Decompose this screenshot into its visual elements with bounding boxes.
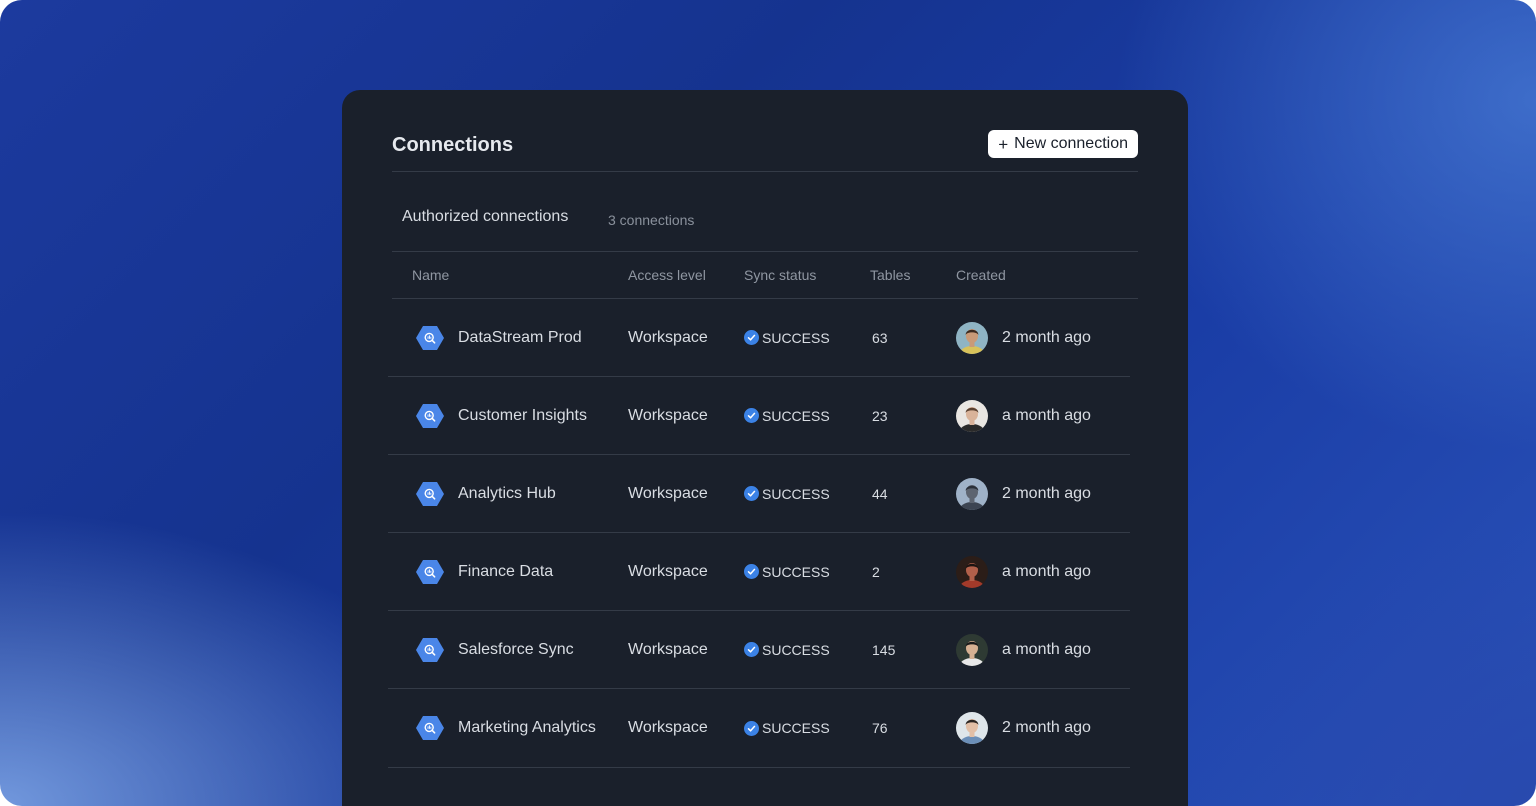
table-row[interactable]: Marketing Analytics Workspace SUCCESS 76… xyxy=(388,689,1130,768)
table-count: 76 xyxy=(872,720,888,736)
connections-card: Connections + New connection Authorized … xyxy=(342,90,1188,806)
avatar xyxy=(956,477,988,510)
sync-status: SUCCESS xyxy=(744,330,830,346)
sync-status: SUCCESS xyxy=(744,564,830,580)
table-count: 63 xyxy=(872,329,888,346)
connection-name[interactable]: DataStream Prod xyxy=(458,329,582,347)
check-circle-icon xyxy=(744,408,759,423)
created-time: 2 month ago xyxy=(1002,484,1091,502)
sync-status: SUCCESS xyxy=(744,486,830,502)
check-circle-icon xyxy=(744,720,759,736)
bigquery-hexagon-icon xyxy=(416,481,444,507)
new-connection-button[interactable]: + New connection xyxy=(988,130,1138,158)
avatar xyxy=(956,321,988,354)
sync-status-label: SUCCESS xyxy=(762,641,830,658)
avatar xyxy=(956,712,988,744)
table-row[interactable]: Finance Data Workspace SUCCESS 2 a month… xyxy=(388,533,1130,611)
table-body: DataStream Prod Workspace SUCCESS 63 2 m… xyxy=(388,299,1138,768)
column-header-created[interactable]: Created xyxy=(956,267,1006,283)
bigquery-hexagon-icon xyxy=(416,715,444,741)
sync-status: SUCCESS xyxy=(744,720,830,736)
created-time: 2 month ago xyxy=(1002,719,1091,736)
connection-name[interactable]: Marketing Analytics xyxy=(458,719,596,737)
sync-status-label: SUCCESS xyxy=(762,563,830,580)
connections-table: Name Access level Sync status Tables Cre… xyxy=(388,251,1138,768)
created-time: a month ago xyxy=(1002,640,1091,658)
table-count: 23 xyxy=(872,407,888,424)
card-header: Connections + New connection xyxy=(392,130,1138,172)
avatar xyxy=(956,555,988,588)
access-level: Workspace xyxy=(628,719,708,736)
column-header-access[interactable]: Access level xyxy=(628,267,706,283)
table-row[interactable]: Salesforce Sync Workspace SUCCESS 145 a … xyxy=(388,611,1130,689)
created-time: 2 month ago xyxy=(1002,328,1091,346)
sync-status: SUCCESS xyxy=(744,408,830,424)
bigquery-hexagon-icon xyxy=(416,325,444,351)
check-circle-icon xyxy=(744,330,759,345)
bigquery-hexagon-icon xyxy=(416,637,444,663)
access-level: Workspace xyxy=(628,640,708,658)
column-header-status[interactable]: Sync status xyxy=(744,267,816,283)
table-count: 145 xyxy=(872,641,896,658)
created-time: a month ago xyxy=(1002,562,1091,580)
connection-count: 3 connections xyxy=(608,212,695,228)
sync-status-label: SUCCESS xyxy=(762,329,830,346)
table-count: 44 xyxy=(872,485,888,502)
table-header: Name Access level Sync status Tables Cre… xyxy=(392,251,1138,299)
connection-name[interactable]: Customer Insights xyxy=(458,407,587,425)
table-count: 2 xyxy=(872,563,880,580)
page-title: Connections xyxy=(392,134,514,156)
sync-status: SUCCESS xyxy=(744,642,830,658)
access-level: Workspace xyxy=(628,328,708,346)
table-row[interactable]: Customer Insights Workspace SUCCESS 23 a… xyxy=(388,377,1130,455)
check-circle-icon xyxy=(744,642,759,657)
table-row[interactable]: DataStream Prod Workspace SUCCESS 63 2 m… xyxy=(388,299,1130,377)
column-header-name[interactable]: Name xyxy=(412,267,449,283)
sync-status-label: SUCCESS xyxy=(762,407,830,424)
bigquery-hexagon-icon xyxy=(416,403,444,429)
sync-status-label: SUCCESS xyxy=(762,485,830,502)
access-level: Workspace xyxy=(628,562,708,580)
plus-icon: + xyxy=(998,134,1009,154)
sync-status-label: SUCCESS xyxy=(762,720,830,736)
check-circle-icon xyxy=(744,564,759,579)
table-row[interactable]: Analytics Hub Workspace SUCCESS 44 2 mon… xyxy=(388,455,1130,533)
check-circle-icon xyxy=(744,486,759,501)
background: Connections + New connection Authorized … xyxy=(0,0,1536,806)
access-level: Workspace xyxy=(628,484,708,502)
connection-name[interactable]: Salesforce Sync xyxy=(458,641,574,659)
access-level: Workspace xyxy=(628,406,708,424)
bigquery-hexagon-icon xyxy=(416,559,444,585)
avatar xyxy=(956,633,988,666)
connection-name[interactable]: Finance Data xyxy=(458,563,553,581)
column-header-tables[interactable]: Tables xyxy=(870,267,910,283)
new-connection-label: New connection xyxy=(1014,135,1128,152)
connection-name[interactable]: Analytics Hub xyxy=(458,485,556,503)
created-time: a month ago xyxy=(1002,406,1091,424)
avatar xyxy=(956,399,988,432)
section-title: Authorized connections xyxy=(402,208,569,225)
